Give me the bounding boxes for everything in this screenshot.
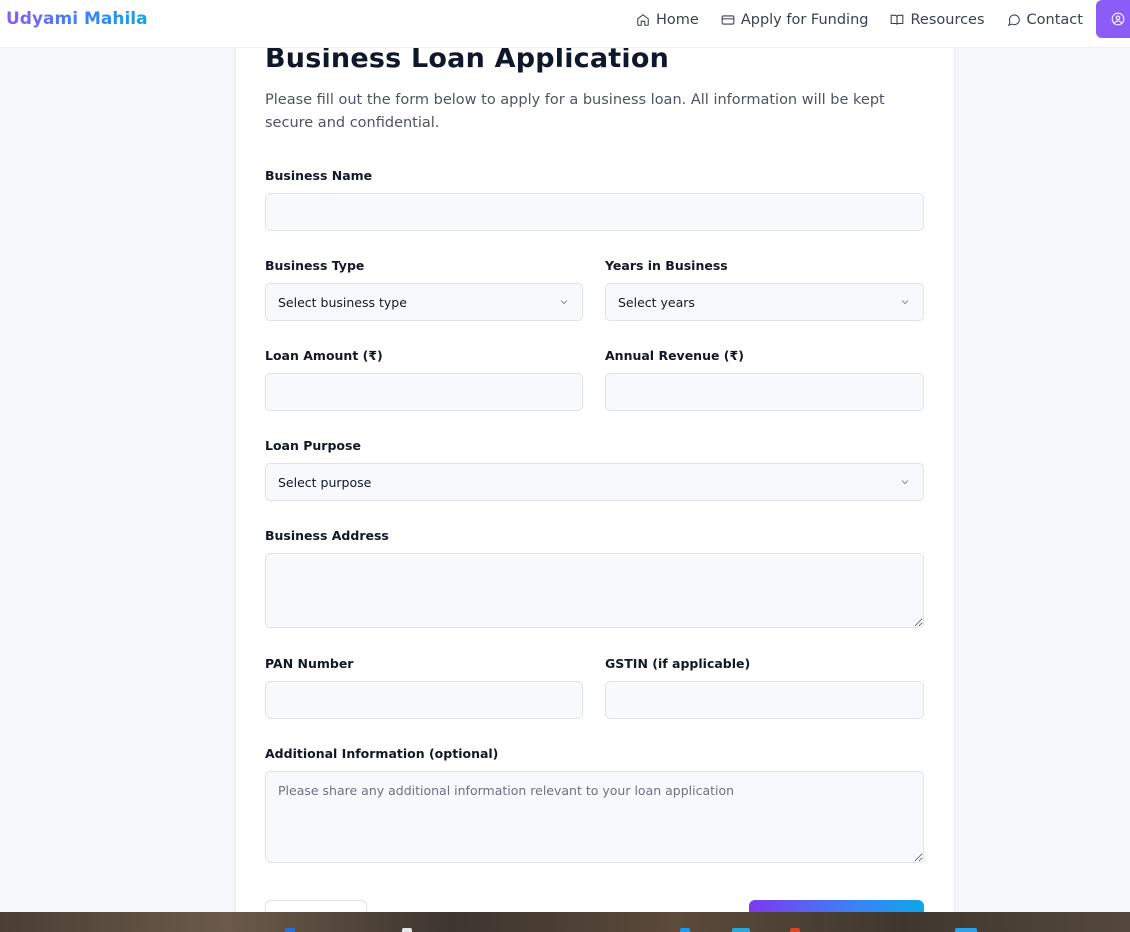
business-type-selected: Select business type (278, 294, 407, 310)
business-address-label: Business Address (265, 528, 389, 543)
nav-links: Home Apply for Funding Resources Contact (636, 0, 1105, 40)
taskbar-app-icon[interactable] (955, 928, 977, 932)
loan-amount-input[interactable] (265, 373, 583, 411)
gstin-input[interactable] (605, 681, 924, 719)
years-in-business-label: Years in Business (605, 258, 728, 273)
taskbar-app-icon[interactable] (732, 928, 750, 932)
additional-info-textarea[interactable] (265, 771, 924, 863)
nav-link-apply-for-funding[interactable]: Apply for Funding (721, 12, 869, 28)
user-circle-icon (1111, 12, 1125, 26)
business-type-label: Business Type (265, 258, 365, 273)
book-open-icon (891, 14, 904, 25)
gstin-label: GSTIN (if applicable) (605, 656, 751, 671)
annual-revenue-input[interactable] (605, 373, 924, 411)
pan-number-input[interactable] (265, 681, 583, 719)
top-navbar: Udyami Mahila Home Apply for Funding Res… (0, 0, 1130, 48)
additional-info-label: Additional Information (optional) (265, 746, 499, 761)
loan-purpose-select[interactable]: Select purpose (265, 463, 924, 501)
account-button[interactable] (1096, 0, 1130, 38)
os-taskbar (0, 912, 1130, 932)
nav-link-label: Apply for Funding (740, 12, 869, 28)
page-subtitle: Please fill out the form below to apply … (265, 92, 885, 131)
nav-link-home[interactable]: Home (636, 12, 699, 28)
annual-revenue-label: Annual Revenue (₹) (605, 348, 744, 363)
taskbar-app-icon[interactable] (680, 928, 690, 932)
years-in-business-select[interactable]: Select years (605, 283, 924, 321)
business-type-select[interactable]: Select business type (265, 283, 583, 321)
loan-amount-label: Loan Amount (₹) (265, 348, 383, 363)
business-address-textarea[interactable] (265, 553, 924, 628)
nav-link-label: Resources (910, 12, 985, 28)
taskbar-app-icon[interactable] (402, 928, 412, 932)
taskbar-app-icon[interactable] (790, 928, 800, 932)
nav-link-label: Home (656, 12, 699, 28)
nav-link-label: Contact (1026, 12, 1083, 28)
nav-link-resources[interactable]: Resources (890, 12, 985, 28)
brand-logo[interactable]: Udyami Mahila (6, 9, 148, 29)
message-circle-icon (1007, 14, 1020, 27)
home-icon (637, 14, 649, 26)
credit-card-icon (721, 15, 735, 25)
business-name-input[interactable] (265, 193, 924, 231)
chevron-down-icon (901, 480, 909, 485)
pan-number-label: PAN Number (265, 656, 354, 671)
years-in-business-selected: Select years (618, 294, 695, 310)
loan-purpose-selected: Select purpose (278, 474, 372, 490)
business-name-label: Business Name (265, 168, 373, 183)
taskbar-app-icon[interactable] (285, 928, 295, 932)
nav-link-contact[interactable]: Contact (1007, 12, 1083, 28)
chevron-down-icon (560, 300, 568, 305)
loan-purpose-label: Loan Purpose (265, 438, 361, 453)
chevron-down-icon (901, 300, 909, 305)
